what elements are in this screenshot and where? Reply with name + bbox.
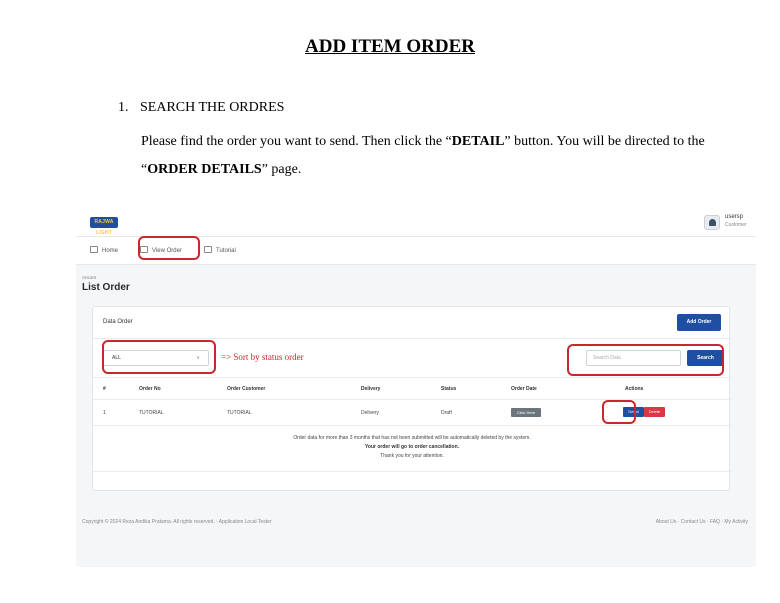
instruction-part3: ” page. [261,162,302,177]
step-heading-text: SEARCH THE ORDRES [140,100,285,115]
nav-tutorial[interactable]: Tutorial [204,246,236,254]
col-header: Delivery [361,386,381,392]
col-header: Order No [139,386,161,392]
add-order-button[interactable]: Add Order [677,314,721,331]
user-name[interactable]: usersp [725,214,743,220]
detail-keyword: DETAIL [451,134,505,149]
notice-line: Thank you for your attention. [380,453,444,459]
app-screenshot: RAJWA LIGHT usersp Customer Home View Or… [76,207,756,567]
row-status: Draft [441,410,452,416]
breadcrumb: ORDER [82,275,97,280]
app-logo[interactable]: RAJWA LIGHT [90,217,118,236]
row-delivery: Delivery [361,410,380,416]
instruction-paragraph: Please find the order you want to send. … [141,128,721,184]
divider [93,338,731,339]
step-heading: 1. SEARCH THE ORDRES [118,100,284,116]
home-icon [90,246,98,253]
status-filter-highlight [102,340,216,374]
page-title: List Order [82,282,130,293]
user-role: Customer [725,222,747,228]
divider [93,377,731,378]
footer-links[interactable]: About Us · Contact Us · FAQ · My Activit… [656,519,748,525]
row-order-no: TUTORIAL [139,410,164,416]
order-details-keyword: ORDER DETAILS [147,162,262,177]
col-header: Status [441,386,457,392]
nav-home[interactable]: Home [90,246,118,254]
order-date-badge[interactable]: Click Here [511,408,541,417]
nav-home-label: Home [102,248,119,254]
divider [93,399,731,400]
divider [93,471,731,472]
delete-button[interactable]: Delete [644,407,665,417]
search-highlight [567,344,724,376]
data-order-card: Data Order Add Order ALL ∨ Search Data S… [92,306,731,491]
col-header: Actions [625,386,644,392]
view-order-highlight [138,236,200,260]
sort-annotation-text: => Sort by status order [221,352,304,362]
user-avatar[interactable] [704,215,720,230]
col-header: # [103,386,106,392]
col-header: Order Date [511,386,537,392]
book-icon [204,246,212,253]
nav-tutorial-label: Tutorial [216,248,236,254]
card-title: Data Order [103,319,133,325]
app-topbar: RAJWA LIGHT usersp Customer [76,207,756,237]
detail-button-highlight [602,400,636,424]
row-number: 1 [103,410,106,416]
instruction-part1: Please find the order you want to send. … [141,134,452,149]
footer-copyright: Copyright © 2024 Reza Andika Pratama. Al… [82,519,272,525]
notice-line: Order data for more than 3 months that h… [293,435,531,441]
notice-line-bold: Your order will go to order cancellation… [364,444,460,450]
step-number: 1. [118,100,129,115]
document-title: ADD ITEM ORDER [305,36,475,57]
col-header: Order Customer [227,386,266,392]
divider [93,425,731,426]
row-customer: TUTORIAL [227,410,252,416]
